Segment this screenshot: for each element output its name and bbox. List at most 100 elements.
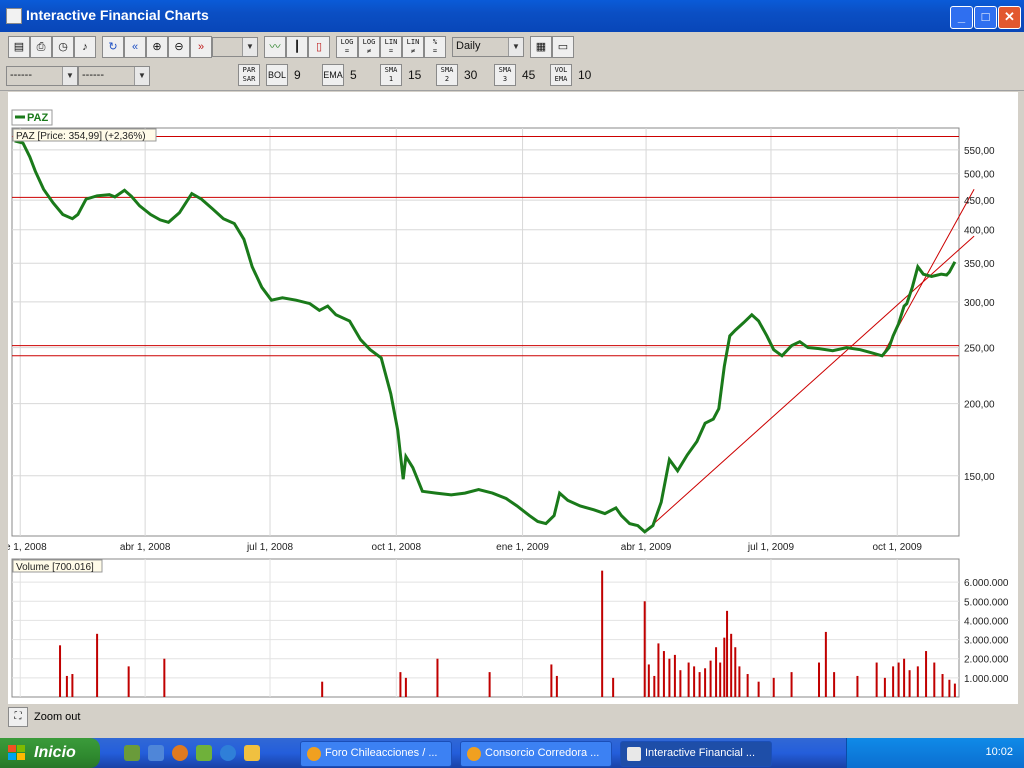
scroll-right-icon[interactable]: » bbox=[190, 36, 212, 58]
volume-bar bbox=[772, 677, 775, 697]
volume-bar bbox=[488, 672, 491, 697]
volume-bar bbox=[933, 662, 936, 697]
log-notequal-button[interactable]: LOG ≠ bbox=[358, 36, 380, 58]
percent-button[interactable]: % = bbox=[424, 36, 446, 58]
lin-notequal-button[interactable]: LIN ≠ bbox=[402, 36, 424, 58]
log-equal-button[interactable]: LOG = bbox=[336, 36, 358, 58]
ema-value: 5 bbox=[350, 68, 357, 82]
color-settings-icon[interactable]: ▦ bbox=[530, 36, 552, 58]
price-y-tick-label: 300,00 bbox=[964, 298, 995, 309]
sma1-value: 15 bbox=[408, 68, 422, 82]
bol-value: 9 bbox=[294, 68, 301, 82]
volume-bar bbox=[856, 675, 859, 697]
volume-bar bbox=[679, 670, 682, 697]
explorer-icon[interactable] bbox=[148, 745, 164, 761]
close-button[interactable]: ✕ bbox=[998, 6, 1021, 29]
volume-y-tick-label: 3.000.000 bbox=[964, 636, 1009, 647]
new-chart-icon[interactable]: ▤ bbox=[8, 36, 30, 58]
zoom-out-status-icon[interactable]: ⛶ bbox=[8, 707, 28, 727]
period-value: Daily bbox=[456, 40, 481, 52]
taskbar: Inicio Foro Chileacciones / ... Consorci… bbox=[0, 738, 1024, 768]
maximize-button[interactable]: □ bbox=[974, 6, 997, 29]
volume-bar bbox=[892, 666, 895, 697]
volema-button[interactable]: VOL EMA bbox=[550, 64, 572, 86]
volume-bar bbox=[404, 677, 407, 697]
desktop-icon[interactable] bbox=[124, 745, 140, 761]
volume-bar bbox=[96, 633, 99, 697]
timer-icon[interactable]: ◷ bbox=[52, 36, 74, 58]
chart-area[interactable]: PAZ 550,00 500,00 450,00 400,00 350,00 300,00… bbox=[0, 92, 1018, 704]
start-button[interactable]: Inicio bbox=[0, 738, 100, 768]
scroll-left-icon[interactable]: « bbox=[124, 36, 146, 58]
lin-equal-button[interactable]: LIN = bbox=[380, 36, 402, 58]
volume-bar bbox=[704, 668, 707, 697]
chart-settings-icon[interactable]: ▭ bbox=[552, 36, 574, 58]
line-chart-icon[interactable]: 〰 bbox=[264, 36, 286, 58]
volema-value: 10 bbox=[578, 68, 592, 82]
ie-icon[interactable] bbox=[220, 745, 236, 761]
task-interactive-charts[interactable]: Interactive Financial ... bbox=[620, 741, 772, 767]
price-x-tick-label: jul 1, 2009 bbox=[747, 542, 795, 553]
volume-bar bbox=[730, 633, 733, 697]
volume-bar bbox=[657, 643, 660, 697]
sma2-button[interactable]: SMA 2 bbox=[436, 64, 458, 86]
price-y-tick-label: 500,00 bbox=[964, 170, 995, 181]
price-x-tick-label: oct 1, 2008 bbox=[372, 542, 422, 553]
volume-bar bbox=[399, 672, 402, 697]
volume-bar bbox=[925, 651, 928, 697]
price-x-ticks: ene 1, 2008 abr 1, 2008 jul 1, 2008 oct 1, … bbox=[0, 542, 922, 553]
price-y-tick-label: 400,00 bbox=[964, 226, 995, 237]
period-select[interactable]: Daily ▼ bbox=[452, 37, 524, 57]
bar-chart-icon[interactable]: ┃ bbox=[286, 36, 308, 58]
volume-bar bbox=[948, 679, 951, 697]
candle-chart-icon[interactable]: ▯ bbox=[308, 36, 330, 58]
refresh-icon[interactable]: ↻ bbox=[102, 36, 124, 58]
zoom-select[interactable]: ▼ bbox=[212, 37, 258, 57]
bol-button[interactable]: BOL bbox=[266, 64, 288, 86]
price-label: PAZ [Price: 354,99] (+2,36%) bbox=[16, 131, 146, 142]
ema-button[interactable]: EMA bbox=[322, 64, 344, 86]
volume-bar bbox=[916, 666, 919, 697]
sma2-value: 30 bbox=[464, 68, 478, 82]
volume-bar bbox=[726, 610, 729, 697]
volume-bar bbox=[643, 601, 646, 697]
volume-bar bbox=[555, 675, 558, 697]
sma3-value: 45 bbox=[522, 68, 536, 82]
legend-label: PAZ bbox=[27, 112, 48, 124]
price-y-tick-label: 450,00 bbox=[964, 196, 995, 207]
volume-bar bbox=[612, 677, 615, 697]
volume-bar bbox=[757, 681, 760, 697]
sma3-button[interactable]: SMA 3 bbox=[494, 64, 516, 86]
volume-bar bbox=[687, 662, 690, 697]
volume-bar bbox=[908, 670, 911, 697]
zoom-out-icon[interactable]: ⊖ bbox=[168, 36, 190, 58]
mail-icon[interactable] bbox=[244, 745, 260, 761]
volume-panel bbox=[11, 558, 960, 698]
task-foro[interactable]: Foro Chileacciones / ... bbox=[300, 741, 452, 767]
parsar-button[interactable]: PAR SAR bbox=[238, 64, 260, 86]
messenger-icon[interactable] bbox=[196, 745, 212, 761]
minimize-button[interactable]: _ bbox=[950, 6, 973, 29]
zoom-in-icon[interactable]: ⊕ bbox=[146, 36, 168, 58]
volume-bar bbox=[71, 674, 74, 697]
volume-label: Volume [700.016] bbox=[16, 562, 94, 573]
sma1-button[interactable]: SMA 1 bbox=[380, 64, 402, 86]
volume-y-tick-label: 4.000.000 bbox=[964, 616, 1009, 627]
indicator-select-1[interactable]: ------ ▼ bbox=[6, 66, 78, 86]
volume-bar bbox=[59, 645, 62, 697]
print-icon[interactable]: ⎙ bbox=[30, 36, 52, 58]
volume-bar bbox=[903, 658, 906, 697]
volume-bar bbox=[163, 658, 166, 697]
firefox-icon bbox=[307, 747, 321, 761]
price-x-tick-label: oct 1, 2009 bbox=[872, 542, 922, 553]
price-x-tick-label: jul 1, 2008 bbox=[246, 542, 294, 553]
volume-bar bbox=[738, 666, 741, 697]
volume-bar bbox=[127, 666, 130, 697]
java-app-icon bbox=[627, 747, 641, 761]
price-x-tick-label: ene 1, 2008 bbox=[8, 542, 47, 553]
volume-bar bbox=[941, 674, 944, 697]
indicator-select-2[interactable]: ------ ▼ bbox=[78, 66, 150, 86]
sound-icon[interactable]: ♪ bbox=[74, 36, 96, 58]
firefox-icon[interactable] bbox=[172, 745, 188, 761]
task-consorcio[interactable]: Consorcio Corredora ... bbox=[460, 741, 612, 767]
